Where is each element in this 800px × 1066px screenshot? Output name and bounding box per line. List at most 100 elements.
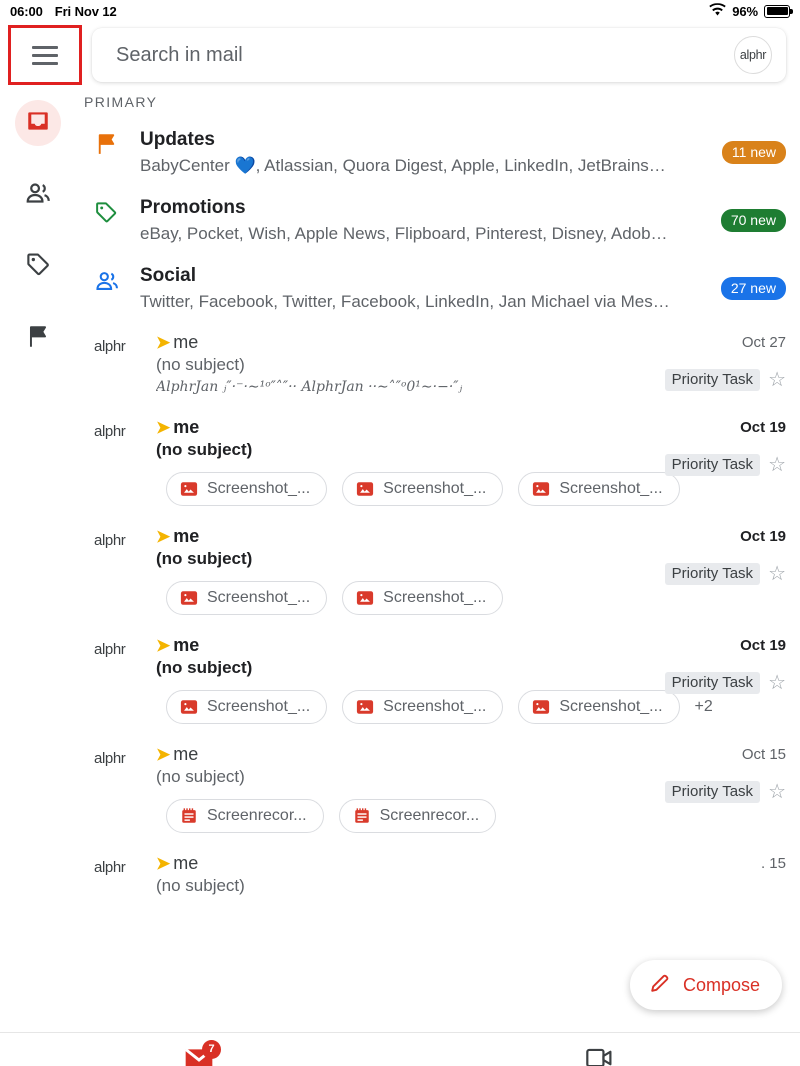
table-row[interactable]: alphr ➤ me (no subject) Screenshot_... S… [76, 516, 800, 625]
attachment-name: Screenshot_... [383, 698, 487, 715]
table-row[interactable]: alphr ➤ me (no subject) Screenshot_... S… [76, 407, 800, 516]
important-chevron-icon[interactable]: ➤ [156, 528, 170, 545]
mail-sender: me [173, 635, 200, 655]
mail-meta-row: Priority Task ☆ [664, 781, 786, 803]
star-outline-icon[interactable]: ☆ [768, 673, 786, 693]
avatar[interactable]: alphr [94, 417, 152, 506]
image-file-icon [180, 589, 198, 607]
hamburger-menu-icon [32, 45, 58, 65]
important-chevron-icon[interactable]: ➤ [156, 855, 170, 872]
compose-button[interactable]: Compose [629, 960, 782, 1010]
image-file-icon [532, 480, 550, 498]
content-area: PRIMARY Updates BabyCenter 💙, Atlassian,… [0, 88, 800, 1032]
mail-date: . 15 [760, 855, 786, 872]
search-bar[interactable]: Search in mail alphr [92, 28, 786, 82]
mail-list[interactable]: PRIMARY Updates BabyCenter 💙, Atlassian,… [76, 88, 800, 1032]
category-row-updates[interactable]: Updates BabyCenter 💙, Atlassian, Quora D… [76, 118, 800, 186]
mail-sender: me [173, 853, 199, 873]
avatar[interactable]: alphr [94, 332, 152, 397]
status-badge[interactable]: Priority Task [664, 672, 761, 694]
category-texts: Promotions eBay, Pocket, Wish, Apple New… [140, 195, 713, 245]
status-badge[interactable]: Priority Task [664, 563, 761, 585]
status-badge[interactable]: Priority Task [664, 369, 761, 391]
status-badge[interactable]: Priority Task [664, 781, 761, 803]
avatar[interactable]: alphr [94, 526, 152, 615]
mail-meta: Oct 19 Priority Task ☆ [664, 528, 786, 585]
attachment-name: Screenrecor... [379, 807, 480, 824]
status-badge[interactable]: Priority Task [664, 454, 761, 476]
mail-meta: . 15 [761, 855, 786, 872]
attachment-chip[interactable]: Screenshot_... [342, 581, 504, 615]
rail-item-promotions[interactable] [15, 244, 61, 290]
mail-date: Oct 27 [741, 334, 786, 351]
status-badge: 70 new [720, 208, 786, 232]
rail-item-social[interactable] [15, 172, 61, 218]
category-texts: Social Twitter, Facebook, Twitter, Faceb… [140, 263, 713, 313]
attachment-name: Screenshot_... [207, 480, 311, 497]
table-row[interactable]: alphr ➤ me (no subject) AlphrJan ⱼ″·⁻·∼¹… [76, 322, 800, 407]
attachment-name: Screenshot_... [207, 589, 311, 606]
important-chevron-icon[interactable]: ➤ [156, 637, 170, 654]
battery-full-icon [764, 4, 793, 18]
star-outline-icon[interactable]: ☆ [768, 455, 786, 475]
mail-meta-row: Priority Task ☆ [664, 369, 786, 391]
table-row[interactable]: alphr ➤ me (no subject) . 15 [76, 843, 800, 908]
rail-item-updates[interactable] [15, 316, 61, 362]
avatar[interactable]: alphr [94, 853, 152, 898]
image-file-icon [180, 698, 198, 716]
category-title: Social [140, 265, 196, 286]
avatar[interactable]: alphr [734, 36, 772, 74]
mail-meta-row: Priority Task ☆ [664, 672, 786, 694]
star-outline-icon[interactable]: ☆ [768, 782, 786, 802]
attachment-chip[interactable]: Screenrecor... [166, 799, 324, 833]
image-file-icon [356, 698, 374, 716]
table-row[interactable]: alphr ➤ me (no subject) Screenshot_... S… [76, 625, 800, 734]
attachment-chip[interactable]: Screenshot_... [166, 581, 328, 615]
attachment-more-count[interactable]: +2 [695, 698, 713, 716]
attachment-chip-list: Screenshot_... Screenshot_... Screenshot… [156, 690, 786, 724]
people-icon [24, 179, 52, 212]
avatar[interactable]: alphr [94, 744, 152, 833]
attachment-chip-list: Screenshot_... Screenshot_... [156, 581, 786, 615]
tag-icon [94, 195, 140, 230]
category-senders: BabyCenter 💙, Atlassian, Quora Digest, A… [140, 156, 666, 175]
important-chevron-icon[interactable]: ➤ [156, 334, 170, 351]
hamburger-menu-button[interactable] [8, 25, 82, 85]
status-badge: 11 new [721, 140, 786, 164]
nav-item-meet[interactable] [400, 1045, 800, 1066]
important-chevron-icon[interactable]: ➤ [156, 419, 170, 436]
search-input[interactable]: Search in mail [116, 44, 734, 67]
category-texts: Updates BabyCenter 💙, Atlassian, Quora D… [140, 127, 714, 177]
attachment-chip[interactable]: Screenshot_... [166, 690, 328, 724]
mail-date: Oct 19 [740, 419, 786, 436]
video-file-icon [353, 807, 371, 825]
mail-content: ➤ me (no subject) [152, 853, 786, 898]
category-row-promotions[interactable]: Promotions eBay, Pocket, Wish, Apple New… [76, 186, 800, 254]
mail-unread-badge: 7 [202, 1039, 221, 1059]
battery-percent: 96% [732, 3, 758, 19]
avatar[interactable]: alphr [94, 635, 152, 724]
attachment-chip[interactable]: Screenshot_... [518, 472, 680, 506]
mail-sender: me [173, 526, 200, 546]
attachment-chip[interactable]: Screenshot_... [518, 690, 680, 724]
star-outline-icon[interactable]: ☆ [768, 370, 786, 390]
attachment-chip[interactable]: Screenshot_... [342, 690, 504, 724]
category-row-social[interactable]: Social Twitter, Facebook, Twitter, Faceb… [76, 254, 800, 322]
attachment-chip[interactable]: Screenshot_... [342, 472, 504, 506]
mail-meta-row: Priority Task ☆ [664, 563, 786, 585]
flag-icon [94, 127, 140, 162]
bottom-navigation: 7 www.dsxaq.com [0, 1032, 800, 1066]
attachment-chip[interactable]: Screenshot_... [166, 472, 328, 506]
status-date: Fri Nov 12 [54, 3, 117, 19]
nav-item-mail[interactable]: 7 [0, 1039, 400, 1066]
pencil-icon [648, 971, 672, 1000]
table-row[interactable]: alphr ➤ me (no subject) Screenrecor... S… [76, 734, 800, 843]
star-outline-icon[interactable]: ☆ [768, 564, 786, 584]
category-rail [0, 88, 76, 1032]
important-chevron-icon[interactable]: ➤ [156, 746, 170, 763]
category-senders: eBay, Pocket, Wish, Apple News, Flipboar… [140, 224, 668, 243]
mail-meta: Oct 19 Priority Task ☆ [664, 637, 786, 694]
rail-item-inbox[interactable] [15, 100, 61, 146]
attachment-name: Screenshot_... [207, 698, 311, 715]
attachment-chip[interactable]: Screenrecor... [338, 799, 497, 833]
